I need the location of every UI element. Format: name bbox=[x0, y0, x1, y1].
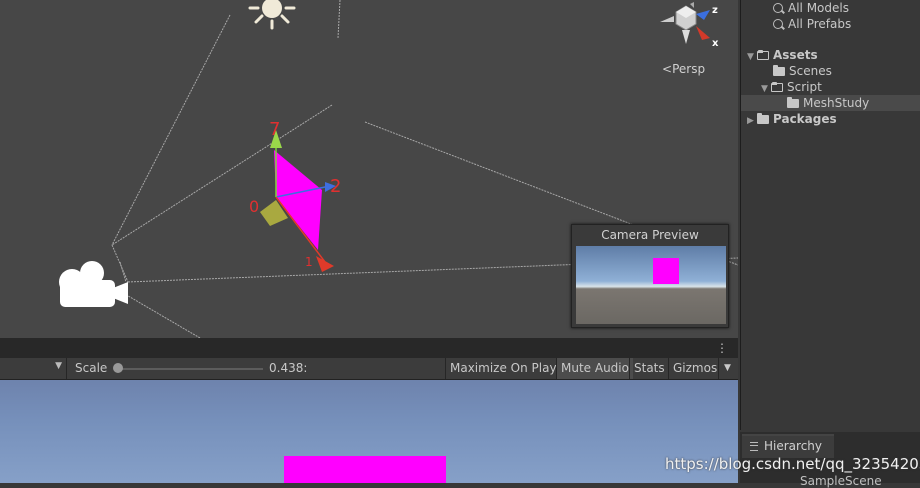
handle-label-right: 2 bbox=[330, 176, 341, 197]
camera-preview-title: Camera Preview bbox=[601, 228, 699, 242]
folder-meshstudy[interactable]: MeshStudy bbox=[741, 95, 920, 111]
orientation-gizmo[interactable]: z x bbox=[650, 0, 730, 55]
display-dropdown[interactable]: ▼ bbox=[0, 358, 67, 379]
search-icon bbox=[773, 19, 783, 29]
folder-label: Packages bbox=[773, 112, 837, 126]
gizmo-z-label: z bbox=[712, 5, 718, 16]
stats-button[interactable]: Stats bbox=[629, 358, 669, 379]
folder-scenes[interactable]: Scenes bbox=[773, 63, 832, 79]
folder-label: Assets bbox=[773, 48, 818, 62]
chevron-down-icon: ▼ bbox=[55, 361, 62, 371]
watermark-text: https://blog.csdn.net/qq_32354205 bbox=[665, 455, 920, 473]
camera-preview-panel: Camera Preview bbox=[571, 224, 729, 328]
gizmo-x-label: x bbox=[712, 38, 719, 49]
scale-slider-thumb[interactable] bbox=[113, 363, 123, 373]
folder-icon bbox=[773, 65, 785, 76]
expand-arrow-icon[interactable]: ▶ bbox=[747, 113, 757, 129]
mesh-quad[interactable] bbox=[260, 130, 336, 272]
gizmos-button[interactable]: Gizmos bbox=[668, 358, 721, 379]
camera-preview-quad bbox=[653, 258, 679, 284]
game-view-quad bbox=[284, 456, 446, 483]
expand-arrow-icon[interactable]: ▼ bbox=[747, 49, 757, 65]
projection-toggle[interactable]: <Persp bbox=[662, 62, 705, 76]
handle-label-top: 7 bbox=[269, 119, 280, 140]
perspective-icon: < bbox=[662, 62, 673, 76]
folder-label: MeshStudy bbox=[803, 96, 870, 110]
sun-icon[interactable] bbox=[248, 0, 296, 30]
maximize-on-play-button[interactable]: Maximize On Play bbox=[445, 358, 561, 379]
project-panel: All Models All Prefabs ▼ Assets Scenes ▼ S… bbox=[740, 0, 920, 430]
folder-icon bbox=[787, 97, 799, 108]
favorite-label: All Models bbox=[788, 1, 849, 15]
folder-label: Script bbox=[787, 80, 822, 94]
folder-open-icon bbox=[757, 50, 769, 60]
gizmos-dropdown-icon[interactable]: ▼ bbox=[718, 358, 736, 379]
more-options-icon[interactable]: ⋮ bbox=[716, 341, 728, 355]
folder-script[interactable]: ▼ Script bbox=[761, 79, 822, 95]
folder-open-icon bbox=[771, 82, 783, 92]
search-icon bbox=[773, 3, 783, 13]
folder-icon bbox=[757, 113, 769, 124]
game-view[interactable] bbox=[0, 380, 738, 483]
camera-icon[interactable] bbox=[59, 261, 128, 307]
scene-view[interactable]: 7 2 0 1 z x <Persp Camera Preview bbox=[0, 0, 738, 338]
scale-value: 0.438: bbox=[269, 361, 308, 375]
favorite-label: All Prefabs bbox=[788, 17, 852, 31]
game-tab-strip: ⋮ bbox=[0, 338, 738, 359]
camera-preview-image bbox=[576, 246, 726, 324]
folder-packages[interactable]: ▶ Packages bbox=[747, 111, 837, 127]
tab-hierarchy-label: Hierarchy bbox=[764, 439, 823, 453]
scale-label: Scale bbox=[75, 361, 108, 375]
handle-label-left: 0 bbox=[249, 197, 259, 216]
favorite-all-prefabs[interactable]: All Prefabs bbox=[773, 16, 851, 32]
scene-root-item[interactable]: SampleScene bbox=[800, 474, 882, 488]
list-icon bbox=[750, 442, 758, 451]
game-view-toolbar: ▼ Scale 0.438: Maximize On Play Mute Aud… bbox=[0, 358, 738, 380]
scale-slider-track[interactable] bbox=[115, 368, 263, 370]
favorite-all-models[interactable]: All Models bbox=[773, 0, 849, 16]
projection-label: Persp bbox=[672, 62, 706, 76]
folder-label: Scenes bbox=[789, 64, 832, 78]
mute-audio-button[interactable]: Mute Audio bbox=[556, 358, 633, 379]
folder-assets[interactable]: ▼ Assets bbox=[747, 47, 818, 63]
handle-label-bottom: 1 bbox=[305, 255, 313, 269]
